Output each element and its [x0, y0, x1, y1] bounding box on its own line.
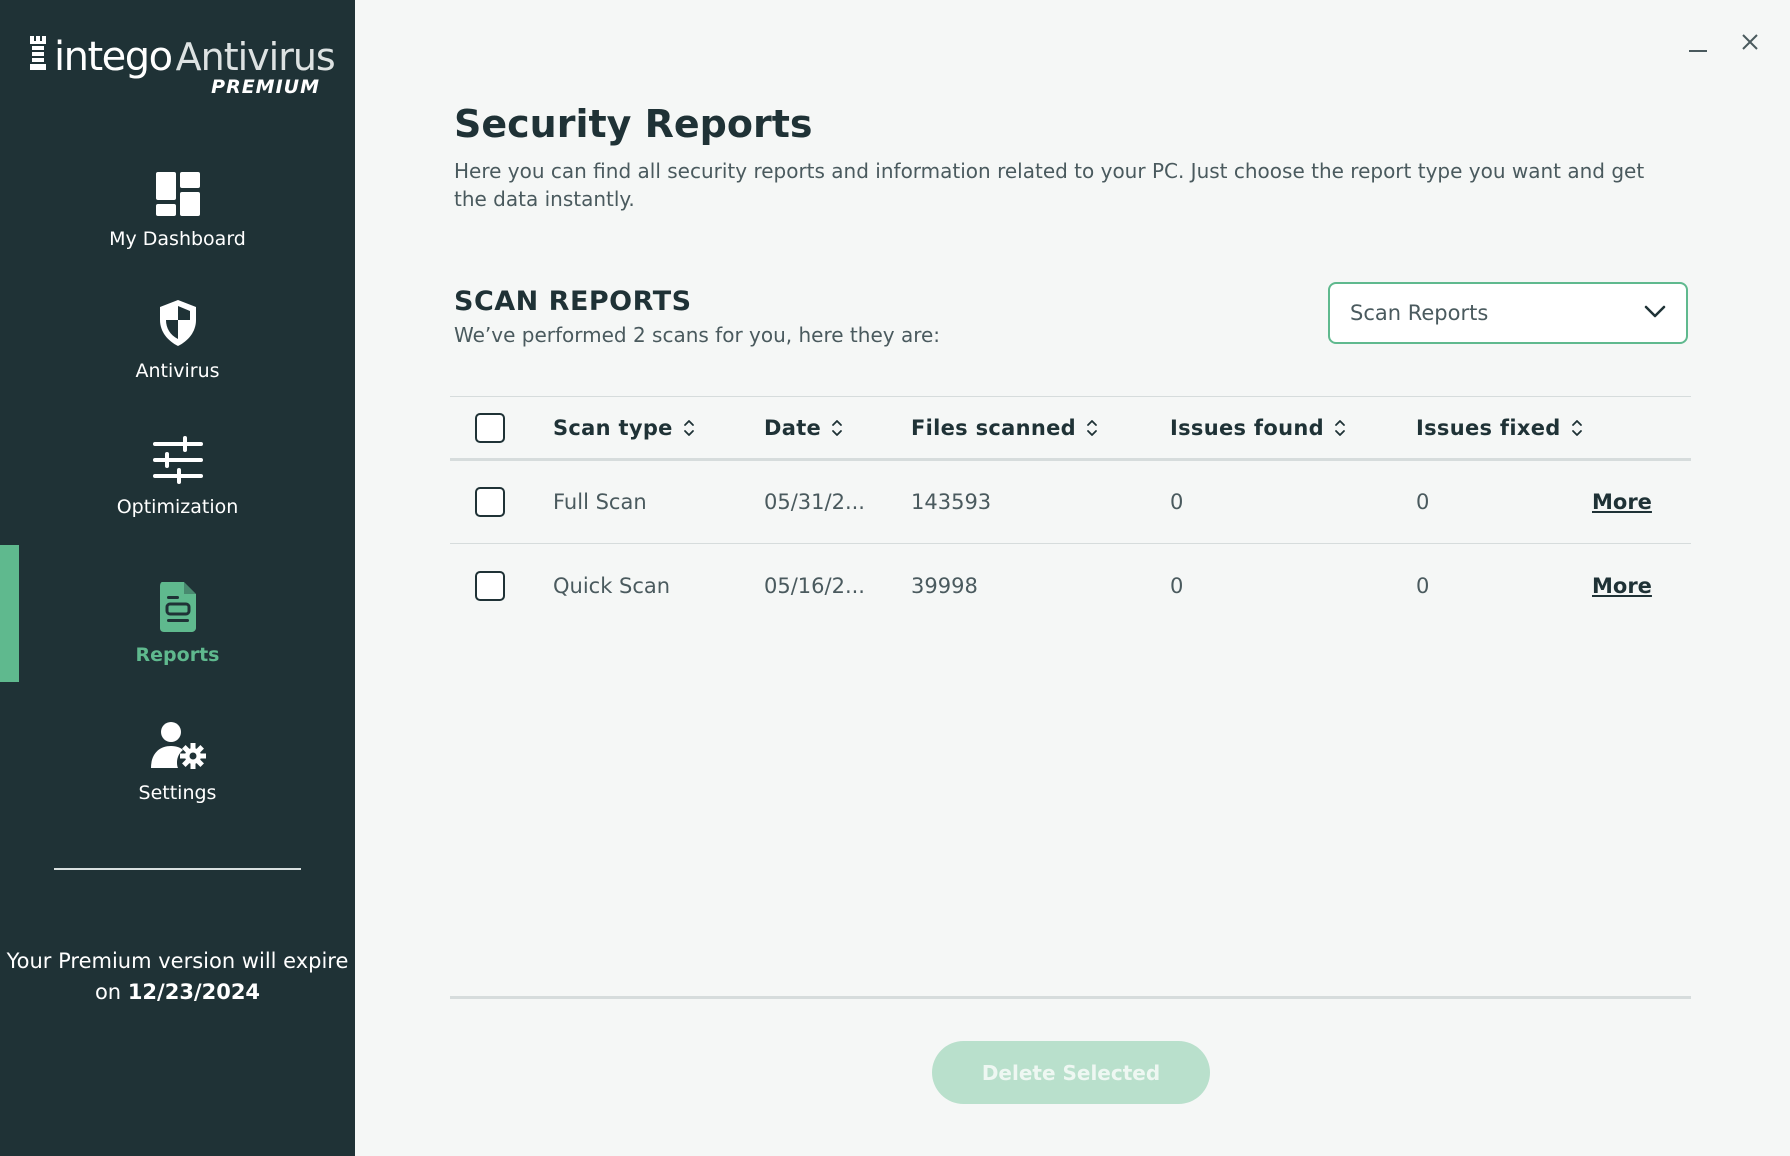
- row-checkbox[interactable]: [475, 487, 505, 517]
- intego-tower-icon: [30, 34, 46, 80]
- close-icon: [1741, 33, 1759, 55]
- page-title: Security Reports: [454, 102, 813, 146]
- premium-expiry-notice: Your Premium version will expire on 12/2…: [0, 946, 355, 1008]
- column-header-label: Issues fixed: [1416, 415, 1561, 440]
- column-header-scan-type[interactable]: Scan type: [553, 397, 695, 458]
- row-checkbox-cell: [475, 544, 505, 627]
- cell-issues-found: 0: [1170, 490, 1184, 514]
- sidebar-item-optimization[interactable]: Optimization: [0, 436, 355, 518]
- sidebar-divider: [54, 868, 301, 870]
- brand-name: intego Antivirus: [30, 34, 336, 80]
- row-checkbox[interactable]: [475, 570, 505, 601]
- section-subtitle: We’ve performed 2 scans for you, here th…: [454, 323, 941, 347]
- minimize-button[interactable]: [1682, 28, 1714, 60]
- table-row: Quick Scan 05/16/2... 39998 0 0 More: [450, 544, 1691, 627]
- table-bottom-divider: [450, 996, 1691, 999]
- sidebar-item-reports[interactable]: Reports: [0, 582, 355, 666]
- section-title: SCAN REPORTS: [454, 286, 692, 317]
- sidebar-item-my-dashboard[interactable]: My Dashboard: [0, 172, 355, 250]
- column-header-issues-fixed[interactable]: Issues fixed: [1416, 397, 1583, 458]
- cell-date: 05/16/2...: [764, 573, 865, 598]
- user-gear-icon: [0, 722, 355, 770]
- sort-icon: [1334, 418, 1346, 438]
- report-type-value: Scan Reports: [1350, 301, 1489, 325]
- close-button[interactable]: [1734, 28, 1766, 60]
- sort-icon: [683, 418, 695, 438]
- cell-files-scanned: 143593: [911, 490, 992, 514]
- column-header-files-scanned[interactable]: Files scanned: [911, 397, 1098, 458]
- sliders-icon: [0, 436, 355, 484]
- scan-reports-table: Scan type Date Files scanned Issues foun…: [450, 396, 1691, 627]
- cell-scan-type: Quick Scan: [553, 573, 671, 598]
- table-header: Scan type Date Files scanned Issues foun…: [450, 396, 1691, 461]
- sidebar-item-label: Antivirus: [135, 360, 220, 382]
- header-checkbox-cell: [475, 397, 505, 458]
- shield-icon: [0, 298, 355, 348]
- more-cell: More: [1592, 544, 1652, 627]
- brand-word-intego: intego: [54, 34, 173, 80]
- sidebar-item-label: Reports: [135, 644, 220, 666]
- select-all-checkbox[interactable]: [475, 412, 505, 443]
- sidebar-item-settings[interactable]: Settings: [0, 722, 355, 804]
- table-row: Full Scan 05/31/2... 143593 0 0 More: [450, 461, 1691, 544]
- more-cell: More: [1592, 461, 1652, 543]
- row-checkbox-cell: [475, 461, 505, 543]
- page-description: Here you can find all security reports a…: [454, 159, 1645, 211]
- cell-date: 05/31/2...: [764, 490, 865, 514]
- sidebar-item-label: Settings: [138, 782, 217, 804]
- app-window: intego Antivirus PREMIUM My Dashboard An…: [0, 0, 1790, 1156]
- more-link[interactable]: More: [1592, 574, 1652, 598]
- chevron-down-icon: [1644, 304, 1666, 323]
- report-type-select[interactable]: Scan Reports: [1328, 282, 1688, 344]
- cell-files-scanned: 39998: [911, 573, 978, 598]
- sidebar-item-label: Optimization: [116, 496, 239, 518]
- sidebar-item-antivirus[interactable]: Antivirus: [0, 298, 355, 382]
- cell-scan-type: Full Scan: [553, 490, 647, 514]
- column-header-label: Date: [764, 415, 822, 440]
- sort-icon: [1571, 418, 1583, 438]
- dashboard-grid-icon: [0, 172, 355, 216]
- column-header-issues-found[interactable]: Issues found: [1170, 397, 1346, 458]
- tier-label: PREMIUM: [211, 76, 320, 98]
- column-header-date[interactable]: Date: [764, 397, 843, 458]
- sort-icon: [831, 418, 843, 438]
- brand-word-antivirus: Antivirus: [175, 35, 336, 79]
- sidebar: intego Antivirus PREMIUM My Dashboard An…: [0, 0, 355, 1156]
- cell-issues-found: 0: [1170, 573, 1184, 598]
- more-link[interactable]: More: [1592, 490, 1652, 514]
- cell-issues-fixed: 0: [1416, 573, 1430, 598]
- column-header-label: Scan type: [553, 415, 673, 440]
- app-logo: intego Antivirus PREMIUM: [30, 34, 336, 98]
- report-document-icon: [0, 582, 355, 632]
- delete-selected-button[interactable]: Delete Selected: [932, 1041, 1210, 1104]
- column-header-label: Files scanned: [911, 415, 1076, 440]
- sort-icon: [1086, 418, 1098, 438]
- cell-issues-fixed: 0: [1416, 490, 1430, 514]
- column-header-label: Issues found: [1170, 415, 1324, 440]
- minimize-icon: [1688, 32, 1708, 56]
- sidebar-item-label: My Dashboard: [109, 228, 246, 250]
- expiry-date: 12/23/2024: [127, 980, 261, 1004]
